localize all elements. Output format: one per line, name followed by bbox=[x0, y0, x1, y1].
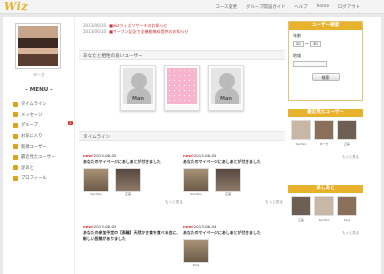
more-link[interactable]: もっと見る bbox=[288, 227, 363, 238]
user-card[interactable]: Man bbox=[208, 65, 244, 111]
recent-users-panel: 最近見たユーザー Sachiko ゆーき 正美 もっと見る bbox=[288, 109, 363, 162]
user-search-panel: ユーザー検索 年齢 20 〜 30 地域 検索 bbox=[288, 21, 363, 101]
timeline-post[interactable]: new!2013-06-04 あなたのマイページにあしあとが付きました King bbox=[183, 224, 283, 267]
nav-help[interactable]: ヘルプ bbox=[294, 4, 307, 10]
footprints-panel: あしあと 正美 Sachiko King もっと見る bbox=[288, 185, 363, 238]
star-icon bbox=[13, 133, 18, 139]
nav-home[interactable]: home bbox=[317, 4, 329, 10]
top-nav: コース変更 グループ開設ガイド ヘルプ home ログアウト bbox=[215, 4, 360, 10]
main-content: 2013/06/10 ■wizウィズリサーチのお知らせ 2013/06/10 ■サー… bbox=[79, 17, 285, 274]
user-thumbnail[interactable]: Sachiko bbox=[291, 120, 311, 146]
user-thumbnail[interactable]: Sachiko bbox=[314, 196, 334, 222]
user-card[interactable]: Man bbox=[120, 65, 156, 111]
age-to-select[interactable]: 30 bbox=[310, 41, 321, 47]
message-icon bbox=[13, 112, 18, 118]
menu-item-footprints[interactable]: 足あと bbox=[13, 163, 73, 174]
history-icon bbox=[13, 154, 18, 160]
timeline-post[interactable]: new!2013-06-05 あなたのマイページにあしあとが付きました Sach… bbox=[83, 153, 183, 205]
profile-icon bbox=[13, 175, 18, 181]
user-card[interactable] bbox=[164, 65, 200, 111]
search-button[interactable]: 検索 bbox=[311, 73, 340, 81]
notice-list: 2013/06/10 ■wizウィズリサーチのお知らせ 2013/06/10 ■サー… bbox=[83, 23, 283, 35]
timeline-post[interactable]: new!2013-06-05 あなたのマイページにあしあとが付きました Sach… bbox=[183, 153, 283, 205]
user-thumbnail[interactable] bbox=[183, 168, 209, 192]
more-link[interactable]: もっと見る bbox=[83, 200, 183, 205]
menu-title: - MENU - bbox=[25, 87, 53, 93]
menu-item-timeline[interactable]: タイムライン bbox=[13, 99, 73, 110]
clock-icon bbox=[13, 101, 18, 107]
nav-logout[interactable]: ログアウト bbox=[338, 4, 360, 10]
recommend-heading: あなたと相性の良いユーザー bbox=[79, 50, 285, 60]
user-thumbnail[interactable]: 正美 bbox=[337, 120, 357, 146]
main-container: ゆーき - MENU - タイムライン メッセージ グループ 2 お気に入り 新規… bbox=[3, 17, 381, 274]
area-select[interactable] bbox=[293, 61, 327, 67]
user-thumbnail[interactable] bbox=[83, 168, 109, 192]
user-thumbnail[interactable] bbox=[183, 239, 209, 263]
timeline-heading: タイムライン bbox=[79, 131, 285, 141]
menu-item-favorites[interactable]: お気に入り bbox=[13, 131, 73, 142]
menu-item-recent-users[interactable]: 最近見たユーザー bbox=[13, 152, 73, 163]
user-name[interactable]: ゆーき bbox=[3, 72, 75, 78]
footprint-icon bbox=[13, 165, 18, 171]
nav-course-change[interactable]: コース変更 bbox=[215, 4, 237, 10]
user-avatar[interactable] bbox=[15, 23, 61, 69]
top-bar: Wiz コース変更 グループ開設ガイド ヘルプ home ログアウト bbox=[0, 0, 384, 14]
search-title: ユーザー検索 bbox=[289, 22, 362, 30]
right-sidebar: ユーザー検索 年齢 20 〜 30 地域 検索 最近見たユーザー Sachiko… bbox=[288, 17, 381, 274]
menu-item-message[interactable]: メッセージ bbox=[13, 110, 73, 121]
nav-group-guide[interactable]: グループ開設ガイド bbox=[246, 4, 285, 10]
age-from-select[interactable]: 20 bbox=[293, 41, 304, 47]
recommend-users: Man Man bbox=[79, 62, 285, 114]
more-link[interactable]: もっと見る bbox=[183, 200, 283, 205]
brand-logo[interactable]: Wiz bbox=[4, 0, 28, 13]
menu-item-new-users[interactable]: 新規ユーザー bbox=[13, 141, 73, 152]
group-icon bbox=[13, 122, 18, 128]
side-menu: タイムライン メッセージ グループ 2 お気に入り 新規ユーザー 最近見たユーザー… bbox=[13, 99, 73, 184]
menu-item-group[interactable]: グループ 2 bbox=[13, 120, 73, 131]
new-user-icon bbox=[13, 144, 18, 150]
timeline-post[interactable]: new!2013-06-05 あなたの参加予定の【高輪】天然かき食を食べる会に、… bbox=[83, 224, 183, 242]
user-thumbnail[interactable] bbox=[215, 168, 241, 192]
left-sidebar: ゆーき - MENU - タイムライン メッセージ グループ 2 お気に入り 新規… bbox=[3, 17, 75, 274]
user-thumbnail[interactable]: 正美 bbox=[291, 196, 311, 222]
more-link[interactable]: もっと見る bbox=[288, 151, 363, 162]
user-thumbnail[interactable] bbox=[115, 168, 141, 192]
user-thumbnail[interactable]: King bbox=[337, 196, 357, 222]
notice-item[interactable]: 2013/06/10 ■サーブン記念で全機能無料提供のお知らせ bbox=[83, 29, 283, 35]
user-thumbnail[interactable]: ゆーき bbox=[314, 120, 334, 146]
menu-item-profile[interactable]: プロフィール bbox=[13, 173, 73, 184]
group-badge: 2 bbox=[67, 121, 73, 126]
